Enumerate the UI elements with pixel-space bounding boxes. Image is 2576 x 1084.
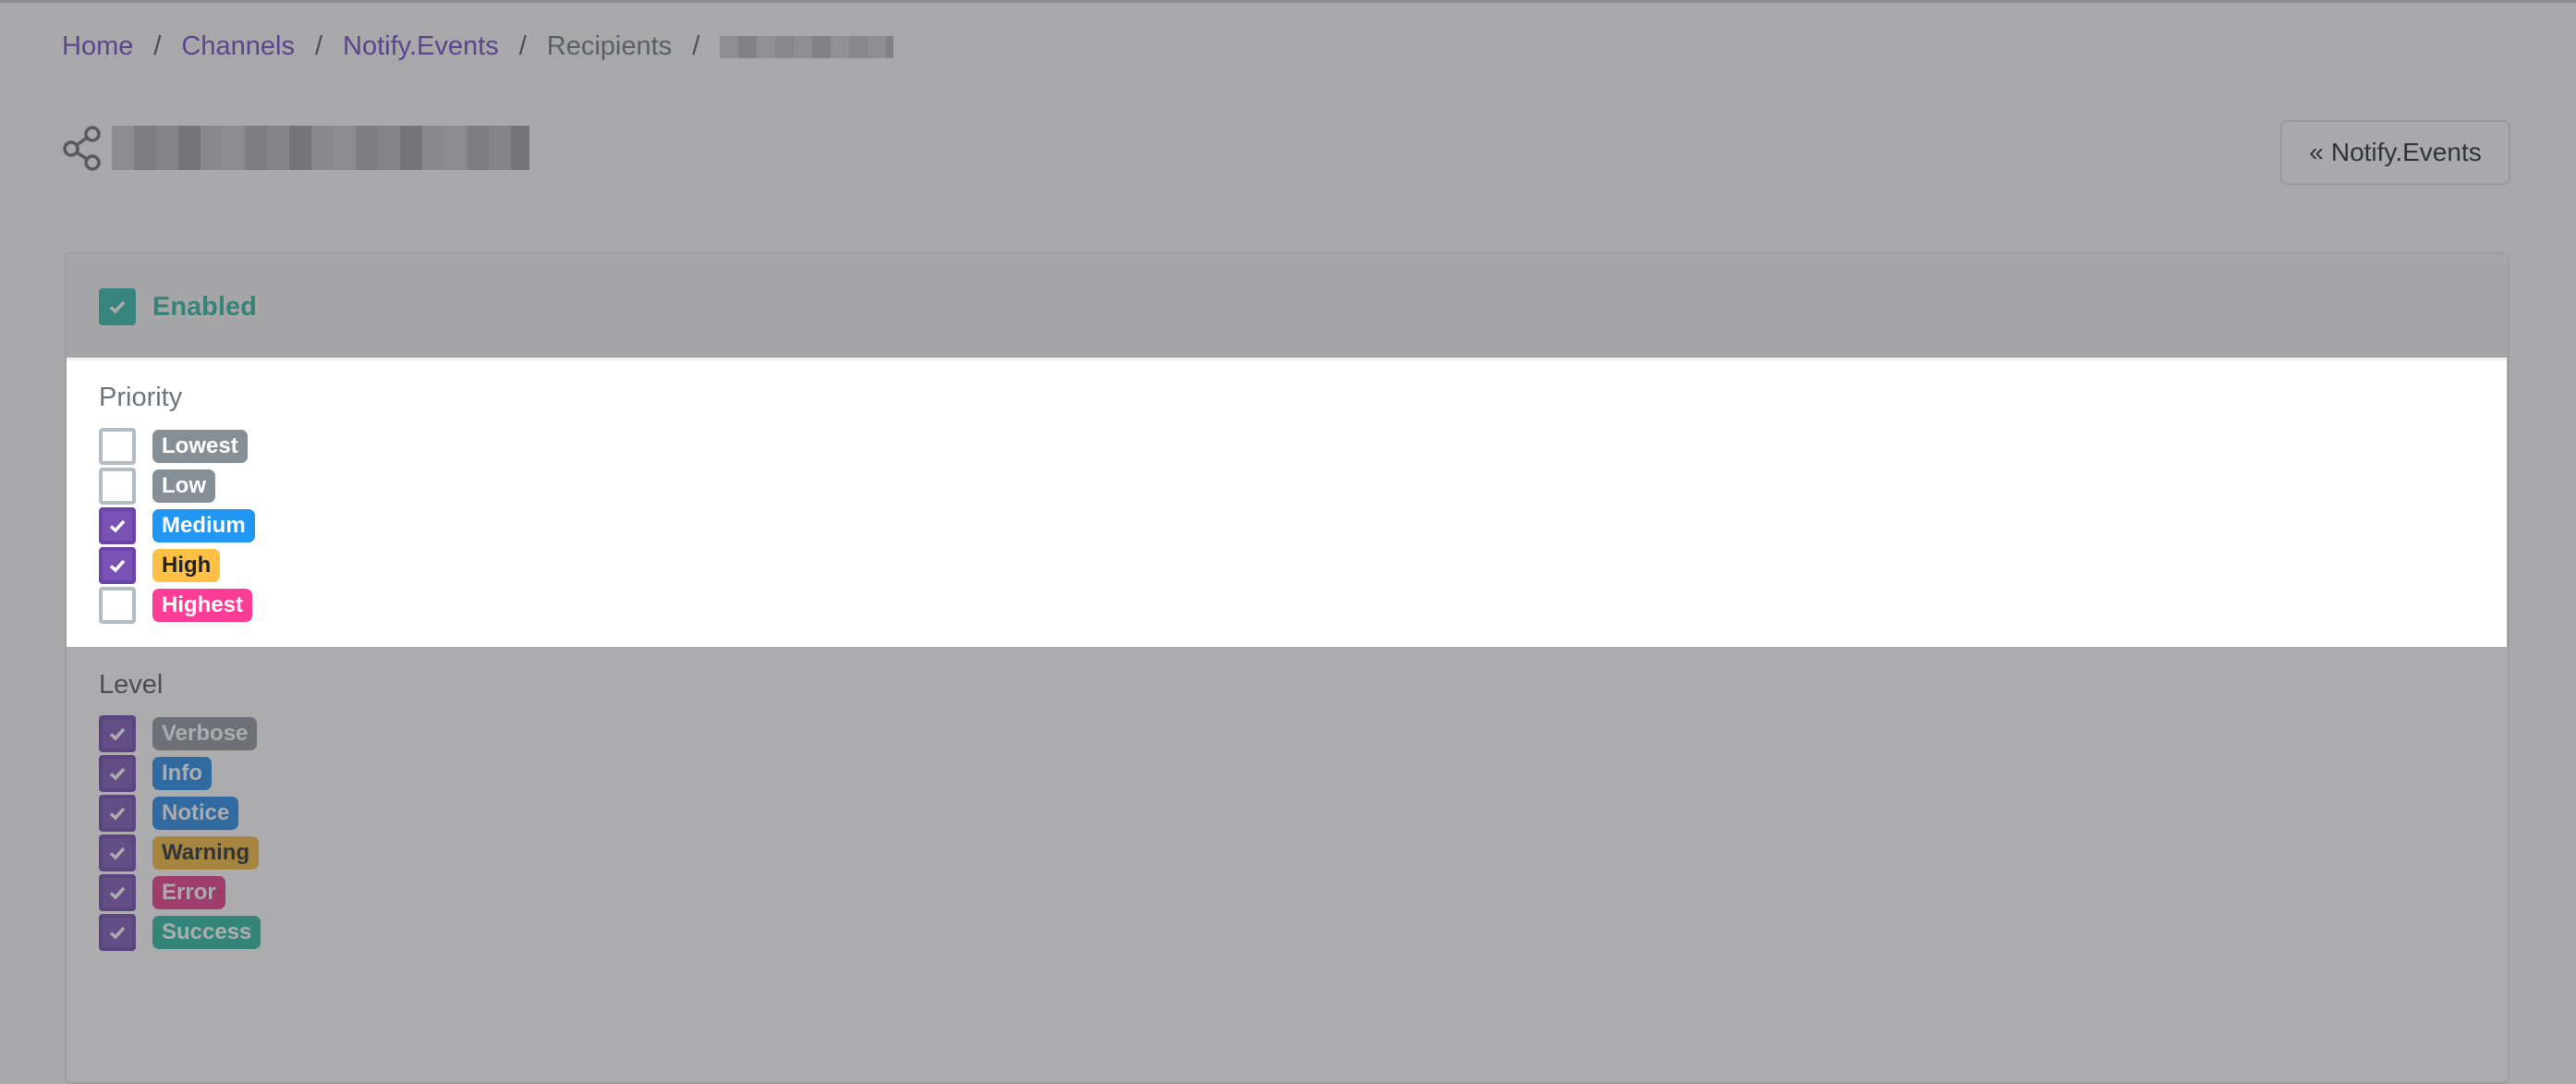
level-option-success[interactable]: Success: [99, 912, 2475, 952]
priority-badge: High: [152, 548, 221, 582]
check-icon: [109, 846, 126, 859]
enabled-label: Enabled: [152, 291, 257, 322]
card-header: Enabled: [67, 254, 2508, 360]
page-title-row: [62, 124, 529, 172]
priority-title: Priority: [99, 383, 183, 412]
level-title: Level: [99, 670, 164, 700]
level-badge: Verbose: [152, 716, 258, 750]
check-icon: [109, 519, 126, 532]
check-icon: [109, 926, 126, 939]
double-chevron-left-icon: «: [2309, 138, 2324, 166]
priority-option-low[interactable]: Low: [99, 466, 2475, 505]
priority-checkbox-high[interactable]: [99, 546, 136, 584]
level-badge: Notice: [152, 796, 239, 830]
level-option-verbose[interactable]: Verbose: [99, 713, 2475, 753]
check-icon: [109, 807, 126, 820]
check-icon: [109, 559, 126, 572]
priority-badge: Lowest: [152, 429, 248, 463]
priority-badge: Low: [152, 469, 215, 503]
breadcrumb-home[interactable]: Home: [62, 31, 133, 62]
priority-badge: Highest: [152, 588, 253, 622]
level-badge: Warning: [152, 835, 260, 870]
priority-checkbox-highest[interactable]: [99, 586, 136, 624]
priority-checkbox-low[interactable]: [99, 467, 136, 505]
level-options: Verbose Info Notice Warning Error Success: [99, 713, 2475, 952]
level-checkbox-success[interactable]: [99, 913, 136, 951]
back-to-notify-events-button[interactable]: « Notify.Events: [2280, 120, 2510, 185]
priority-badge: Medium: [152, 508, 255, 542]
breadcrumb-channels[interactable]: Channels: [181, 31, 295, 62]
recipient-settings-card: Enabled Priority Lowest Low Medium High High…: [65, 252, 2509, 1084]
back-button-label: Notify.Events: [2330, 138, 2482, 166]
level-section: Level Verbose Info Notice Warning Error Succe…: [67, 650, 2508, 970]
level-checkbox-notice[interactable]: [99, 794, 136, 832]
priority-option-highest[interactable]: Highest: [99, 585, 2475, 625]
level-badge: Info: [152, 756, 212, 790]
level-option-notice[interactable]: Notice: [99, 793, 2475, 833]
enabled-checkbox[interactable]: [99, 288, 136, 325]
breadcrumb-separator: /: [518, 31, 527, 61]
priority-option-high[interactable]: High: [99, 545, 2475, 585]
priority-options: Lowest Low Medium High Highest: [99, 426, 2475, 625]
level-option-error[interactable]: Error: [99, 872, 2475, 912]
level-option-warning[interactable]: Warning: [99, 833, 2475, 872]
level-badge: Success: [152, 915, 261, 949]
check-icon: [109, 300, 126, 314]
level-option-info[interactable]: Info: [99, 753, 2475, 793]
share-icon: [63, 126, 101, 171]
level-checkbox-verbose[interactable]: [99, 714, 136, 752]
priority-checkbox-medium[interactable]: [99, 506, 136, 544]
breadcrumb-separator: /: [153, 31, 162, 61]
breadcrumb: Home / Channels / Notify.Events / Recipi…: [62, 31, 894, 62]
check-icon: [109, 767, 126, 780]
check-icon: [109, 886, 126, 899]
level-checkbox-info[interactable]: [99, 754, 136, 792]
breadcrumb-separator: /: [692, 31, 700, 61]
level-badge: Error: [152, 875, 225, 909]
priority-checkbox-lowest[interactable]: [99, 427, 136, 465]
priority-option-medium[interactable]: Medium: [99, 505, 2475, 545]
breadcrumb-separator: /: [314, 31, 323, 61]
level-checkbox-error[interactable]: [99, 873, 136, 911]
top-border: [0, 0, 2576, 3]
breadcrumb-redacted-current: [720, 35, 894, 58]
level-checkbox-warning[interactable]: [99, 834, 136, 871]
priority-section: Priority Lowest Low Medium High Highest: [67, 360, 2508, 650]
page-title-redacted: [112, 126, 529, 170]
breadcrumb-notify-events[interactable]: Notify.Events: [343, 31, 499, 62]
priority-option-lowest[interactable]: Lowest: [99, 426, 2475, 466]
check-icon: [109, 727, 126, 740]
breadcrumb-recipients: Recipients: [546, 31, 673, 61]
